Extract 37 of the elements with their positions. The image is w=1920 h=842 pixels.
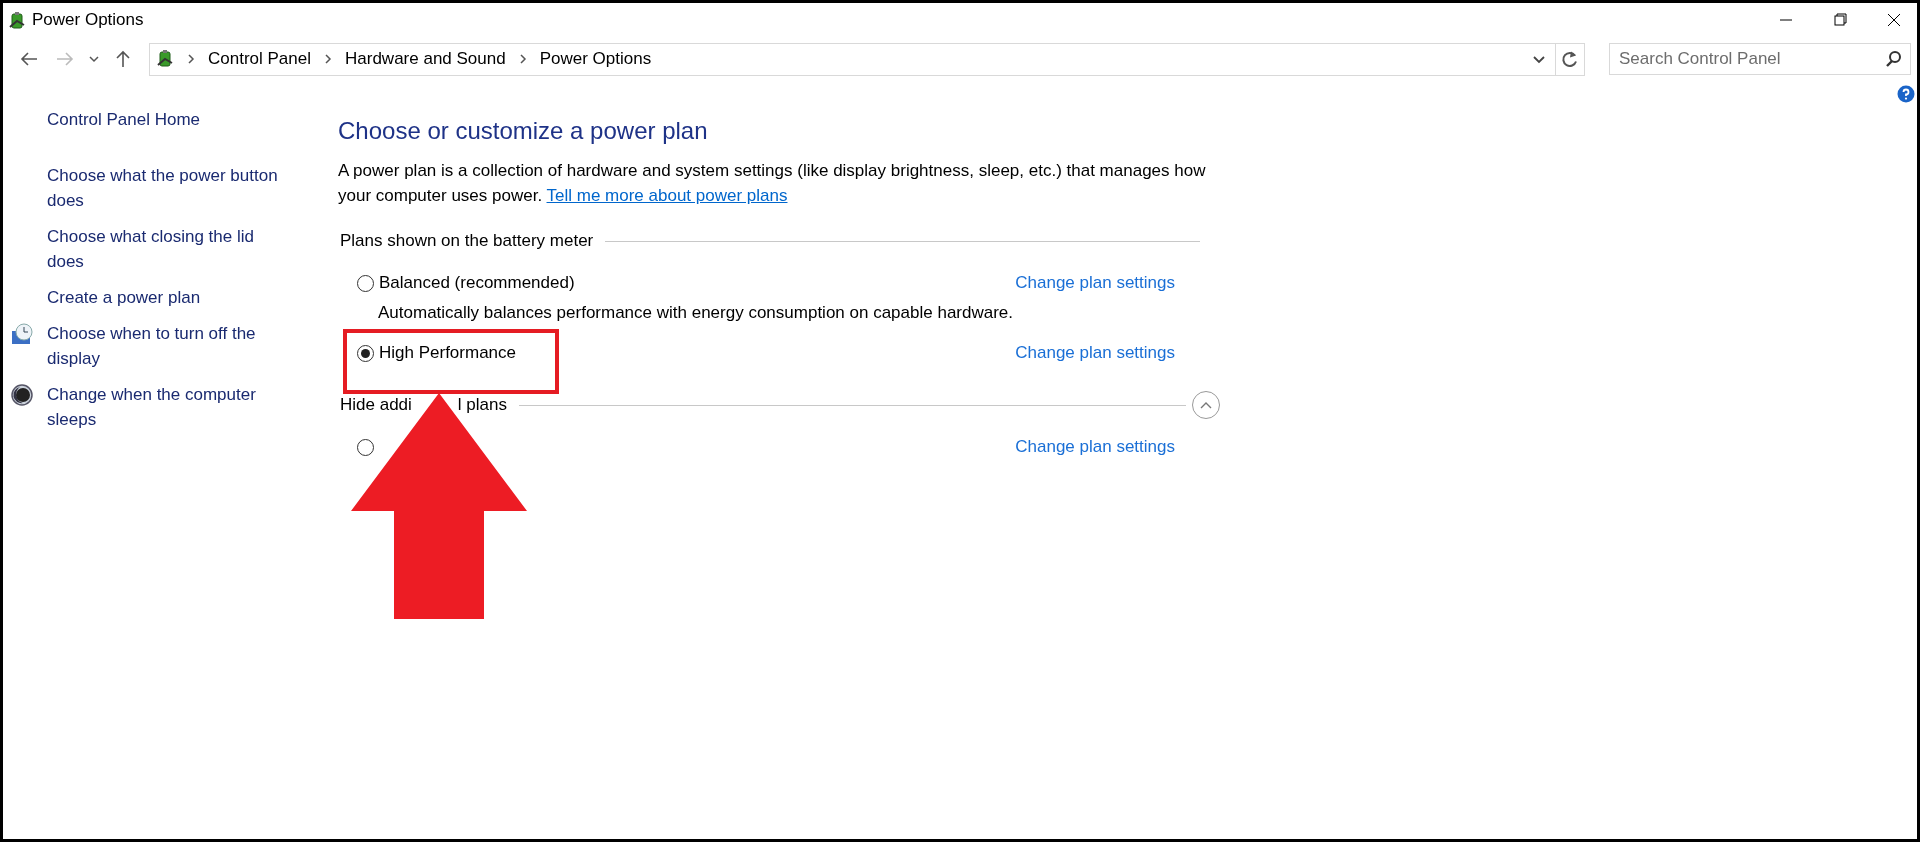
breadcrumb-item[interactable]: Power Options [539, 49, 652, 69]
collapse-button[interactable] [1192, 391, 1220, 419]
clock-monitor-icon [11, 323, 33, 345]
sidebar-link[interactable]: Control Panel Home [47, 107, 291, 132]
chevron-up-icon [1199, 400, 1213, 410]
sidebar-link[interactable]: Choose when to turn off the display [47, 321, 287, 371]
section-label: Plans shown on the battery meter [340, 231, 594, 251]
chevron-icon [186, 53, 196, 65]
sidebar-link[interactable]: Create a power plan [47, 285, 287, 310]
change-settings-link[interactable]: Change plan settings [1015, 343, 1175, 363]
change-settings-link[interactable]: Change plan settings [1015, 273, 1175, 293]
section-label: Hide addi [340, 395, 412, 415]
plan-name[interactable]: Balanced (recommended) [379, 273, 575, 293]
address-bar[interactable]: Control Panel Hardware and Sound Power Options [149, 42, 1585, 76]
search-field[interactable]: Search Control Panel [1609, 43, 1911, 75]
sidebar-link[interactable]: Change when the computer sleeps [47, 382, 287, 432]
help-icon[interactable] [1897, 85, 1915, 103]
breadcrumb-item[interactable]: Hardware and Sound [345, 49, 506, 69]
battery-icon [8, 11, 26, 29]
breadcrumb-item[interactable]: Control Panel [208, 49, 311, 69]
moon-icon [11, 384, 33, 406]
search-icon[interactable] [1885, 50, 1903, 68]
page-heading: Choose or customize a power plan [338, 116, 709, 146]
plan-name[interactable]: High Performance [379, 343, 516, 363]
radio-button[interactable] [357, 274, 374, 292]
plan-description: Automatically balances performance with energy consumption on capable hardware. [378, 302, 1015, 324]
change-settings-link[interactable]: Change plan settings [1015, 437, 1175, 457]
radio-button[interactable] [357, 344, 374, 362]
sidebar-link[interactable]: Choose what closing the lid does [47, 224, 287, 274]
chevron-icon [517, 53, 528, 65]
help-link[interactable]: Tell me more about power plans [546, 186, 788, 205]
chevron-icon [323, 53, 333, 65]
description-text: A power plan is a collection of hardware and system settings (like display brightness, sleep, etc.) that manages how your computer uses power. Tell me more about power plans [338, 160, 1207, 207]
window-title: Power Options [32, 10, 144, 30]
radio-button[interactable] [357, 438, 374, 456]
sidebar-link[interactable]: Choose what the power button does [47, 163, 287, 213]
section-label: l plans [457, 395, 507, 415]
